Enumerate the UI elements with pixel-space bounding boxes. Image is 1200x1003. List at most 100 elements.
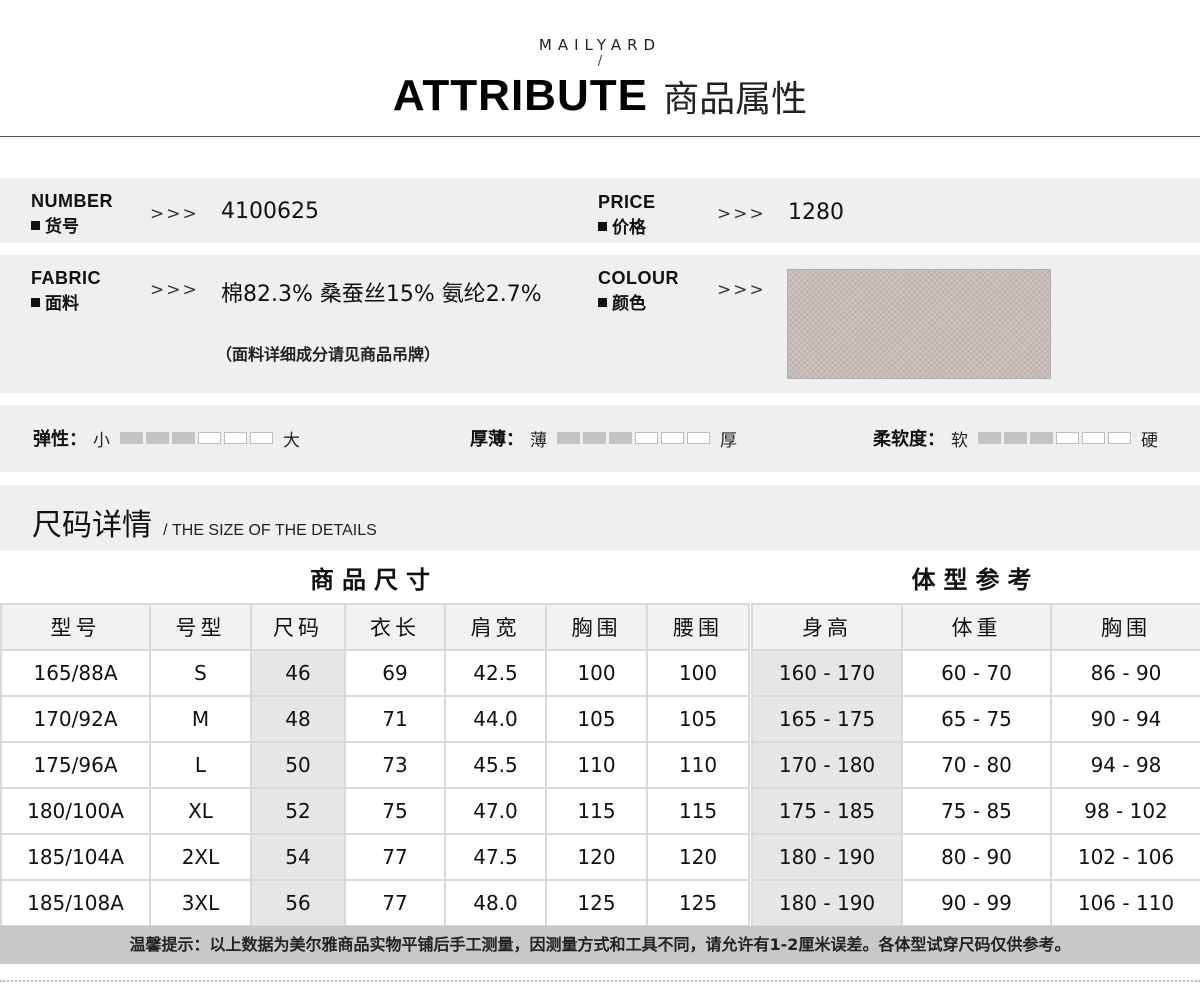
bottom-dotted-divider bbox=[0, 980, 1200, 982]
table-cell: 115 bbox=[646, 787, 750, 835]
scale-box-empty bbox=[250, 432, 273, 444]
body-reference-table: 身高 体重 胸围 160 - 170 60 - 70 86 - 90 165 - 175 6… bbox=[751, 603, 1200, 927]
square-bullet-icon bbox=[598, 298, 607, 307]
scale-box-filled bbox=[609, 432, 632, 444]
product-size-heading: 商品尺寸 bbox=[310, 566, 438, 594]
colour-arrow: >>> bbox=[717, 280, 766, 300]
scale-box-empty bbox=[635, 432, 658, 444]
table-cell: 86 - 90 bbox=[1050, 649, 1200, 697]
number-label-en: NUMBER bbox=[31, 191, 113, 211]
table-cell: 75 - 85 bbox=[901, 787, 1052, 835]
table-header-row: 身高 体重 胸围 bbox=[751, 603, 1200, 651]
scale-box-empty bbox=[1056, 432, 1079, 444]
table-cell: 47.5 bbox=[444, 833, 547, 881]
scale-box-empty bbox=[198, 432, 221, 444]
scale-low: 薄 bbox=[530, 430, 547, 451]
scale-name: 柔软度： bbox=[873, 429, 945, 450]
table-cell: 102 - 106 bbox=[1050, 833, 1200, 881]
scale-box-empty bbox=[1082, 432, 1105, 444]
price-label-cn: 价格 bbox=[598, 213, 646, 238]
table-cell: 180 - 190 bbox=[751, 833, 903, 881]
column-header: 身高 bbox=[751, 603, 903, 651]
table-row: 180 - 190 90 - 99 106 - 110 bbox=[751, 879, 1200, 927]
table-cell: 48 bbox=[250, 695, 346, 743]
square-bullet-icon bbox=[31, 221, 40, 230]
scale-name: 厚薄： bbox=[470, 429, 524, 450]
table-cell: 180 - 190 bbox=[751, 879, 903, 927]
table-cell: 44.0 bbox=[444, 695, 547, 743]
table-cell: 3XL bbox=[149, 879, 252, 927]
table-cell: 120 bbox=[646, 833, 750, 881]
scale-high: 硬 bbox=[1141, 430, 1158, 451]
table-cell: 42.5 bbox=[444, 649, 547, 697]
table-cell: L bbox=[149, 741, 252, 789]
table-cell: 90 - 99 bbox=[901, 879, 1052, 927]
table-cell: 94 - 98 bbox=[1050, 741, 1200, 789]
table-cell: 120 bbox=[545, 833, 648, 881]
fabric-arrow: >>> bbox=[150, 280, 199, 300]
body-reference-heading: 体型参考 bbox=[911, 566, 1040, 594]
table-row: 180 - 190 80 - 90 102 - 106 bbox=[751, 833, 1200, 881]
table-cell: 2XL bbox=[149, 833, 252, 881]
softness-scale: 柔软度： 软 硬 bbox=[873, 426, 1164, 451]
table-cell: 65 - 75 bbox=[901, 695, 1052, 743]
column-header: 型号 bbox=[0, 603, 151, 651]
size-title-cn: 尺码详情 bbox=[32, 508, 152, 543]
thickness-scale: 厚薄： 薄 厚 bbox=[470, 426, 743, 451]
table-cell: 100 bbox=[545, 649, 648, 697]
table-cell: 110 bbox=[545, 741, 648, 789]
scale-box-filled bbox=[146, 432, 169, 444]
table-cell: 175 - 185 bbox=[751, 787, 903, 835]
size-title-en: / THE SIZE OF THE DETAILS bbox=[163, 522, 377, 539]
table-cell: 125 bbox=[545, 879, 648, 927]
price-arrow: >>> bbox=[717, 204, 766, 224]
table-row: 185/108A 3XL 56 77 48.0 125 125 bbox=[0, 879, 750, 927]
scale-box-filled bbox=[1004, 432, 1027, 444]
table-cell: 160 - 170 bbox=[751, 649, 903, 697]
header-divider bbox=[0, 136, 1200, 137]
table-cell: 110 bbox=[646, 741, 750, 789]
table-row: 170/92A M 48 71 44.0 105 105 bbox=[0, 695, 750, 743]
scale-box-filled bbox=[583, 432, 606, 444]
colour-label-en: COLOUR bbox=[598, 268, 679, 288]
scale-box-empty bbox=[224, 432, 247, 444]
scale-box-filled bbox=[172, 432, 195, 444]
square-bullet-icon bbox=[598, 222, 607, 231]
scale-low: 小 bbox=[93, 430, 110, 451]
scale-boxes bbox=[120, 432, 273, 444]
table-cell: 170 - 180 bbox=[751, 741, 903, 789]
table-row: 185/104A 2XL 54 77 47.5 120 120 bbox=[0, 833, 750, 881]
title-cn: 商品属性 bbox=[663, 79, 808, 120]
scale-boxes bbox=[978, 432, 1131, 444]
table-header-row: 型号 号型 尺码 衣长 肩宽 胸围 腰围 bbox=[0, 603, 750, 651]
colour-swatch bbox=[787, 269, 1051, 379]
table-cell: 90 - 94 bbox=[1050, 695, 1200, 743]
column-header: 体重 bbox=[901, 603, 1052, 651]
scale-high: 厚 bbox=[720, 430, 737, 451]
scale-name: 弹性： bbox=[33, 429, 87, 450]
table-cell: 73 bbox=[344, 741, 446, 789]
brand-slash: / bbox=[597, 54, 603, 69]
table-cell: 106 - 110 bbox=[1050, 879, 1200, 927]
table-cell: 56 bbox=[250, 879, 346, 927]
scale-box-empty bbox=[1108, 432, 1131, 444]
table-cell: 98 - 102 bbox=[1050, 787, 1200, 835]
table-cell: 175/96A bbox=[0, 741, 151, 789]
size-section-title: 尺码详情 / THE SIZE OF THE DETAILS bbox=[32, 500, 377, 544]
table-cell: 77 bbox=[344, 879, 446, 927]
table-row: 170 - 180 70 - 80 94 - 98 bbox=[751, 741, 1200, 789]
table-cell: 185/108A bbox=[0, 879, 151, 927]
scale-low: 软 bbox=[951, 430, 968, 451]
table-cell: 69 bbox=[344, 649, 446, 697]
table-cell: 185/104A bbox=[0, 833, 151, 881]
scale-box-filled bbox=[557, 432, 580, 444]
table-cell: 46 bbox=[250, 649, 346, 697]
price-label-en: PRICE bbox=[598, 192, 656, 212]
column-header: 胸围 bbox=[1050, 603, 1200, 651]
table-cell: 170/92A bbox=[0, 695, 151, 743]
table-cell: 60 - 70 bbox=[901, 649, 1052, 697]
column-header: 号型 bbox=[149, 603, 252, 651]
table-cell: 105 bbox=[646, 695, 750, 743]
table-cell: 50 bbox=[250, 741, 346, 789]
table-row: 175/96A L 50 73 45.5 110 110 bbox=[0, 741, 750, 789]
